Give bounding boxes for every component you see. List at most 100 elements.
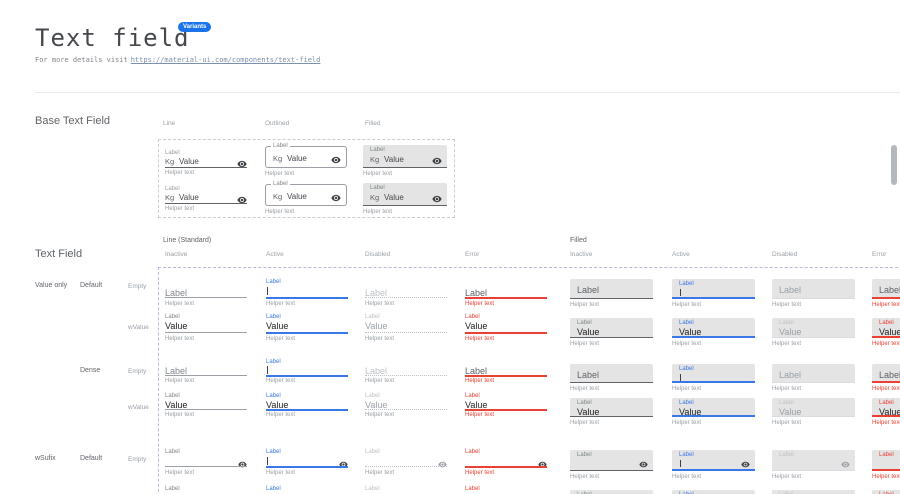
matrix-row-label-dense: Dense	[80, 367, 100, 374]
line-error-sufix-wvalue-field[interactable]: LabelValueHelper text	[465, 485, 547, 494]
filled-active-sufix-wvalue-field[interactable]: LabelValueHelper text	[672, 490, 755, 494]
filled-inactive-sufix-wvalue-field[interactable]: LabelValueHelper text	[570, 490, 653, 494]
helper-text: Helper text	[465, 378, 494, 384]
field-label-floating: Label	[266, 314, 281, 320]
field-value: Value	[879, 407, 900, 417]
helper-text: Helper text	[365, 470, 394, 476]
line-inactive-sufix-wvalue-field[interactable]: LabelValueHelper text	[165, 485, 247, 494]
filled-disabled-wvalue-field[interactable]: LabelValueHelper text	[772, 398, 855, 427]
filled-error-sufix-wvalue-field[interactable]: LabelValueHelper text	[872, 490, 900, 494]
matrix-state-header: Error	[465, 251, 479, 258]
field-label-floating: Label	[165, 314, 180, 320]
filled-disabled-sufix-wvalue-field[interactable]: LabelValueHelper text	[772, 490, 855, 494]
line-active-wvalue-field[interactable]: LabelValueHelper text	[266, 392, 348, 422]
line-error-wvalue-field[interactable]: LabelValueHelper text	[465, 313, 547, 343]
line-inactive-empty-field[interactable]: LabelHelper text	[165, 358, 247, 388]
field-underline	[266, 409, 348, 411]
helper-text: Helper text	[772, 386, 801, 392]
visibility-icon	[238, 456, 247, 465]
line-active-sufix-empty-field[interactable]: LabelHelper text	[266, 448, 348, 478]
docs-link[interactable]: https://material-ui.com/components/text-…	[131, 56, 321, 64]
line-active-sufix-wvalue-field[interactable]: LabelValueHelper text	[266, 485, 348, 494]
filled-disabled-empty-field[interactable]: LabelHelper text	[772, 279, 855, 309]
line-disabled-sufix-empty-field[interactable]: LabelHelper text	[365, 448, 447, 478]
base-outlined-field[interactable]: KgValueLabelHelper text	[265, 181, 347, 211]
field-label-floating: Label	[370, 147, 385, 153]
field-label-floating: Label	[370, 185, 385, 191]
helper-text: Helper text	[570, 302, 599, 308]
helper-text: Helper text	[165, 206, 194, 212]
base-line-field[interactable]: LabelKgValueHelper text	[165, 150, 247, 176]
line-active-empty-field[interactable]: LabelHelper text	[266, 358, 348, 388]
line-inactive-wvalue-field[interactable]: LabelValueHelper text	[165, 313, 247, 343]
line-disabled-empty-field[interactable]: LabelHelper text	[365, 358, 447, 388]
helper-text: Helper text	[570, 474, 599, 480]
line-active-empty-field[interactable]: LabelHelper text	[266, 278, 348, 308]
line-error-empty-field[interactable]: LabelHelper text	[465, 278, 547, 308]
line-disabled-wvalue-field[interactable]: LabelValueHelper text	[365, 392, 447, 422]
field-underline	[465, 375, 547, 377]
filled-error-wvalue-field[interactable]: LabelValueHelper text	[872, 398, 900, 427]
base-line-field[interactable]: LabelKgValueHelper text	[165, 186, 247, 212]
filled-error-wvalue-field[interactable]: LabelValueHelper text	[872, 318, 900, 348]
field-prefix: Kg	[165, 193, 174, 202]
line-disabled-empty-field[interactable]: LabelHelper text	[365, 278, 447, 308]
field-label-floating: Label	[266, 393, 281, 399]
field-label-floating: Label	[365, 393, 380, 399]
field-value: Value	[779, 327, 801, 337]
scrollbar-thumb[interactable]	[891, 145, 897, 185]
base-filled-field[interactable]: LabelKgValueHelper text	[363, 145, 447, 175]
base-outlined-field[interactable]: KgValueLabelHelper text	[265, 143, 347, 173]
visibility-icon	[432, 153, 442, 163]
line-inactive-sufix-empty-field[interactable]: LabelHelper text	[165, 448, 247, 478]
matrix-state-header: Inactive	[570, 251, 592, 258]
field-label-floating: Label	[365, 486, 380, 492]
field-value: Value	[287, 154, 307, 163]
filled-box: LabelKgValue	[363, 145, 447, 168]
line-inactive-wvalue-field[interactable]: LabelValueHelper text	[165, 392, 247, 422]
line-active-wvalue-field[interactable]: LabelValueHelper text	[266, 313, 348, 343]
line-error-sufix-empty-field[interactable]: LabelHelper text	[465, 448, 547, 478]
field-prefix: Kg	[370, 193, 379, 202]
field-label: Label	[577, 285, 599, 295]
filled-inactive-wvalue-field[interactable]: LabelValueHelper text	[570, 398, 653, 427]
field-value: Value	[365, 321, 387, 331]
field-label-floating: Label	[779, 320, 794, 326]
field-underline	[165, 203, 247, 204]
filled-disabled-sufix-empty-field[interactable]: LabelHelper text	[772, 450, 855, 481]
filled-error-sufix-empty-field[interactable]: LabelHelper text	[872, 450, 900, 481]
line-inactive-empty-field[interactable]: LabelHelper text	[165, 278, 247, 308]
filled-disabled-wvalue-field[interactable]: LabelValueHelper text	[772, 318, 855, 348]
field-label: Label	[577, 370, 599, 380]
filled-active-wvalue-field[interactable]: LabelValueHelper text	[672, 398, 755, 427]
line-disabled-sufix-wvalue-field[interactable]: LabelValueHelper text	[365, 485, 447, 494]
base-filled-field[interactable]: LabelKgValueHelper text	[363, 183, 447, 213]
helper-text: Helper text	[872, 474, 900, 480]
visibility-icon	[339, 456, 348, 465]
field-label: Label	[879, 370, 900, 380]
filled-active-sufix-empty-field[interactable]: LabelHelper text	[672, 450, 755, 481]
helper-text: Helper text	[165, 470, 194, 476]
line-disabled-wvalue-field[interactable]: LabelValueHelper text	[365, 313, 447, 343]
filled-error-empty-field[interactable]: LabelHelper text	[872, 364, 900, 393]
filled-error-empty-field[interactable]: LabelHelper text	[872, 279, 900, 309]
filled-box: LabelKgValue	[363, 183, 447, 206]
filled-active-wvalue-field[interactable]: LabelValueHelper text	[672, 318, 755, 348]
filled-inactive-empty-field[interactable]: Label Helper text	[570, 279, 653, 309]
line-error-empty-field[interactable]: LabelHelper text	[465, 358, 547, 388]
visibility-icon	[639, 456, 648, 465]
field-underline	[165, 332, 247, 333]
filled-inactive-sufix-empty-field[interactable]: LabelHelper text	[570, 450, 653, 481]
filled-box: LabelValue	[672, 318, 755, 338]
field-label-floating: Label	[679, 452, 694, 458]
helper-text: Helper text	[465, 412, 494, 418]
field-label-floating: Label	[879, 320, 894, 326]
filled-active-empty-field[interactable]: LabelHelper text	[672, 279, 755, 309]
filled-disabled-empty-field[interactable]: LabelHelper text	[772, 364, 855, 393]
filled-active-empty-field[interactable]: LabelHelper text	[672, 364, 755, 393]
filled-inactive-wvalue-field[interactable]: LabelValueHelper text	[570, 318, 653, 348]
filled-inactive-empty-field[interactable]: LabelHelper text	[570, 364, 653, 393]
field-value: Value	[679, 327, 701, 337]
helper-text: Helper text	[365, 378, 394, 384]
line-error-wvalue-field[interactable]: LabelValueHelper text	[465, 392, 547, 422]
